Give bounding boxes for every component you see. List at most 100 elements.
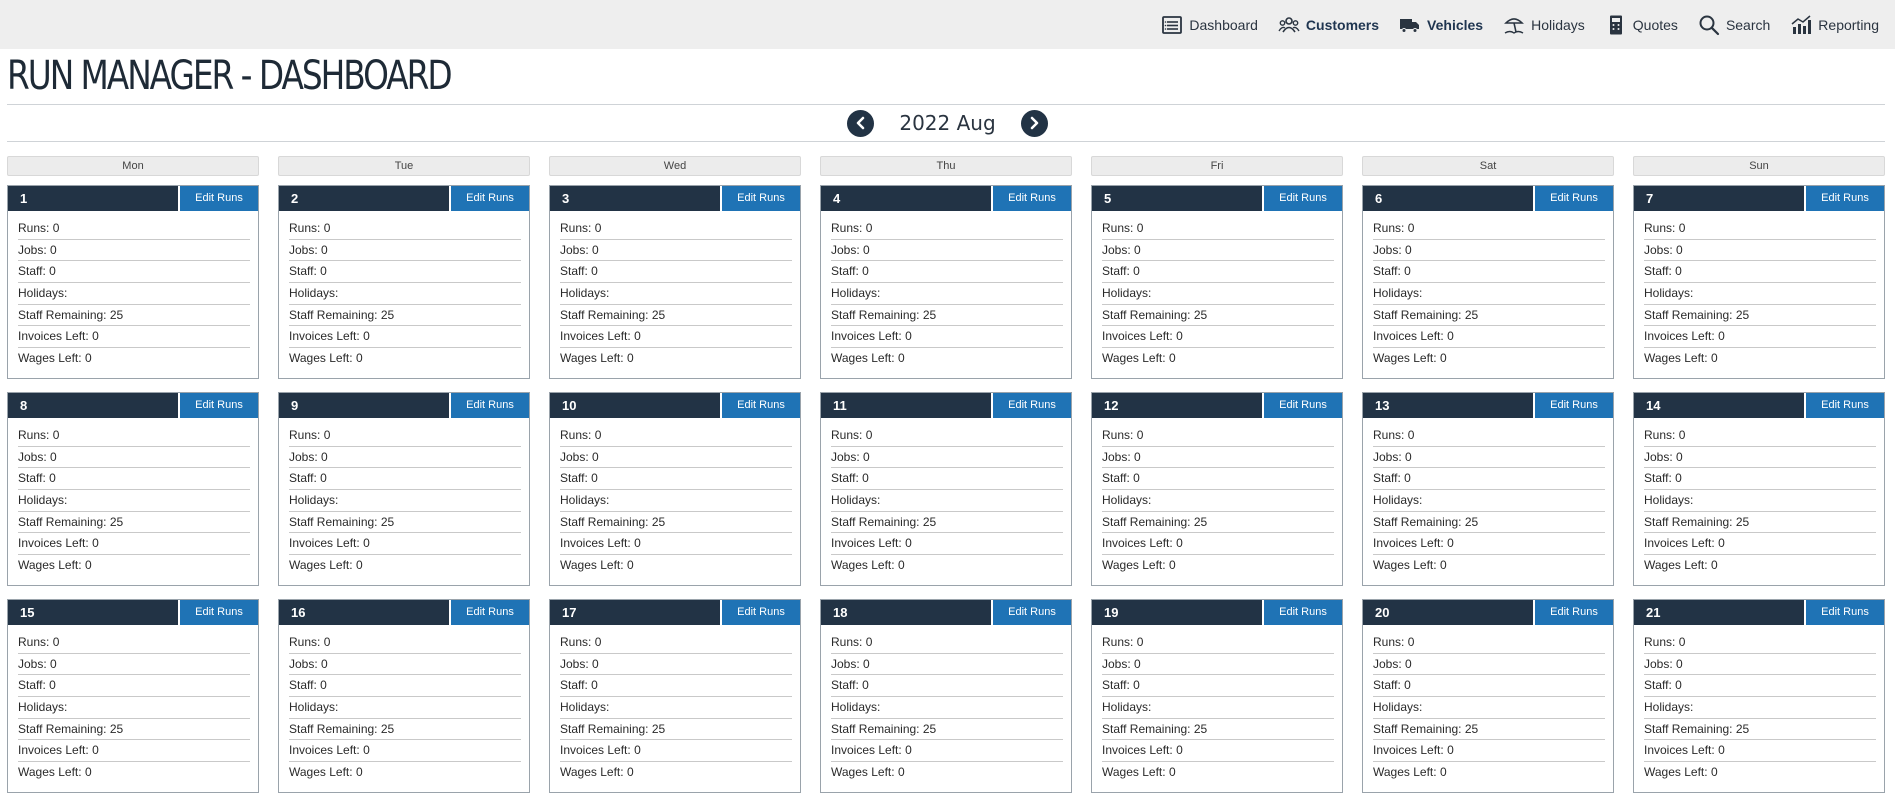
day-card-header: 18 Edit Runs [821,600,1071,625]
next-month-button[interactable] [1020,109,1048,137]
day-stats: Runs: 0 Jobs: 0 Staff: 0 Holidays: Staff Re… [8,418,258,577]
edit-runs-button[interactable]: Edit Runs [1533,186,1613,211]
edit-runs-button[interactable]: Edit Runs [178,600,258,625]
stat-row: Wages Left: 0 [1644,555,1876,577]
day-stats: Runs: 0 Jobs: 0 Staff: 0 Holidays: Staff Re… [1363,625,1613,784]
stat-row: Staff: 0 [1644,675,1876,698]
stat-row: Wages Left: 0 [18,555,250,577]
nav-holidays[interactable]: Holidays [1503,14,1585,36]
stat-label: Runs: [831,635,863,649]
stat-label: Staff: [1373,678,1401,693]
stat-value: 25 [922,514,937,529]
stat-row: Staff Remaining: 25 [289,719,521,741]
stat-value: 0 [1133,678,1140,693]
stat-value: 0 [321,242,328,257]
nav-customers[interactable]: Customers [1278,14,1379,36]
day-card-header: 19 Edit Runs [1092,600,1342,625]
day-number: 21 [1646,605,1661,620]
nav-quotes[interactable]: Quotes [1605,14,1678,36]
day-number: 7 [1646,191,1654,206]
stat-row: Staff: 0 [560,675,792,698]
document-calculator-icon [1605,14,1627,36]
stat-value: 0 [1176,329,1183,344]
stat-label: Invoices Left: [1644,329,1715,344]
edit-runs-button[interactable]: Edit Runs [991,600,1071,625]
stat-label: Wages Left: [289,558,353,573]
edit-runs-button[interactable]: Edit Runs [1804,393,1884,418]
nav-search[interactable]: Search [1698,14,1770,36]
edit-runs-button[interactable]: Edit Runs [449,186,529,211]
edit-runs-button[interactable]: Edit Runs [1262,600,1342,625]
stat-value: 0 [50,242,57,257]
stat-label: Wages Left: [831,558,895,573]
day-card: 12 Edit Runs Runs: 0 Jobs: 0 Staff: 0 Holiday… [1091,392,1343,586]
stat-value: 0 [1405,449,1412,464]
edit-runs-button[interactable]: Edit Runs [178,393,258,418]
edit-runs-button[interactable]: Edit Runs [449,393,529,418]
stat-value: 0 [1168,558,1176,573]
day-card-header: 8 Edit Runs [8,393,258,418]
edit-runs-button[interactable]: Edit Runs [720,600,800,625]
day-card-header: 7 Edit Runs [1634,186,1884,211]
stat-row: Runs: 0 [1644,425,1876,447]
previous-month-button[interactable] [847,109,875,137]
edit-runs-button[interactable]: Edit Runs [720,186,800,211]
stat-row: Holidays: [1644,490,1876,512]
day-stats: Runs: 0 Jobs: 0 Staff: 0 Holidays: Staff Re… [8,625,258,784]
day-number: 15 [20,605,35,620]
stat-label: Invoices Left: [1102,536,1173,551]
stat-row: Staff: 0 [1102,468,1334,491]
month-navigation: 2022 Aug [0,107,1895,139]
day-number: 2 [291,191,299,206]
stat-row: Staff Remaining: 25 [831,719,1063,741]
stat-label: Staff: [560,264,588,279]
stat-row: Staff Remaining: 25 [1102,719,1334,741]
stat-label: Holidays: [831,700,881,715]
stat-label: Holidays: [1373,493,1423,508]
edit-runs-button[interactable]: Edit Runs [1533,600,1613,625]
stat-label: Wages Left: [1102,351,1166,366]
stat-row: Invoices Left: 0 [289,533,521,556]
nav-dashboard[interactable]: Dashboard [1161,14,1258,36]
day-stats: Runs: 0 Jobs: 0 Staff: 0 Holidays: Staff Re… [821,211,1071,370]
edit-runs-button[interactable]: Edit Runs [449,600,529,625]
edit-runs-button[interactable]: Edit Runs [1804,186,1884,211]
edit-runs-button[interactable]: Edit Runs [1262,186,1342,211]
stat-value: 0 [50,449,57,464]
day-number: 19 [1104,605,1119,620]
stat-label: Invoices Left: [1102,329,1173,344]
edit-runs-button[interactable]: Edit Runs [720,393,800,418]
edit-runs-button[interactable]: Edit Runs [1533,393,1613,418]
stat-label: Holidays: [1644,493,1694,508]
stat-row: Invoices Left: 0 [1644,740,1876,763]
stat-label: Staff Remaining: [1644,514,1733,529]
stat-value: 0 [49,678,56,693]
edit-runs-button[interactable]: Edit Runs [1262,393,1342,418]
edit-runs-button[interactable]: Edit Runs [178,186,258,211]
day-stats: Runs: 0 Jobs: 0 Staff: 0 Holidays: Staff Re… [279,625,529,784]
stat-value: 25 [651,307,666,322]
edit-runs-button[interactable]: Edit Runs [991,186,1071,211]
nav-search-label: Search [1725,16,1771,33]
stat-label: Runs: [289,221,321,235]
stat-row: Runs: 0 [831,218,1063,240]
stat-row: Staff: 0 [831,468,1063,491]
stat-row: Wages Left: 0 [560,348,792,370]
edit-runs-button[interactable]: Edit Runs [1804,600,1884,625]
day-card: 13 Edit Runs Runs: 0 Jobs: 0 Staff: 0 Holiday… [1362,392,1614,586]
nav-reporting[interactable]: Reporting [1790,14,1879,36]
day-number: 1 [20,191,28,206]
day-card: 14 Edit Runs Runs: 0 Jobs: 0 Staff: 0 Holiday… [1633,392,1885,586]
nav-vehicles[interactable]: Vehicles [1399,14,1483,36]
stat-label: Holidays: [1373,700,1423,715]
stat-value: 0 [1176,536,1183,551]
stat-row: Runs: 0 [1102,218,1334,240]
stat-value: 0 [355,558,363,573]
stat-label: Runs: [1644,221,1676,235]
stat-label: Holidays: [289,493,339,508]
day-number: 16 [291,605,306,620]
edit-runs-button[interactable]: Edit Runs [991,393,1071,418]
main-nav: Dashboard Customers Vehicles Holidays Qu… [1141,0,1879,49]
stat-row: Jobs: 0 [289,240,521,262]
weekday-label: Sun [1633,156,1885,176]
